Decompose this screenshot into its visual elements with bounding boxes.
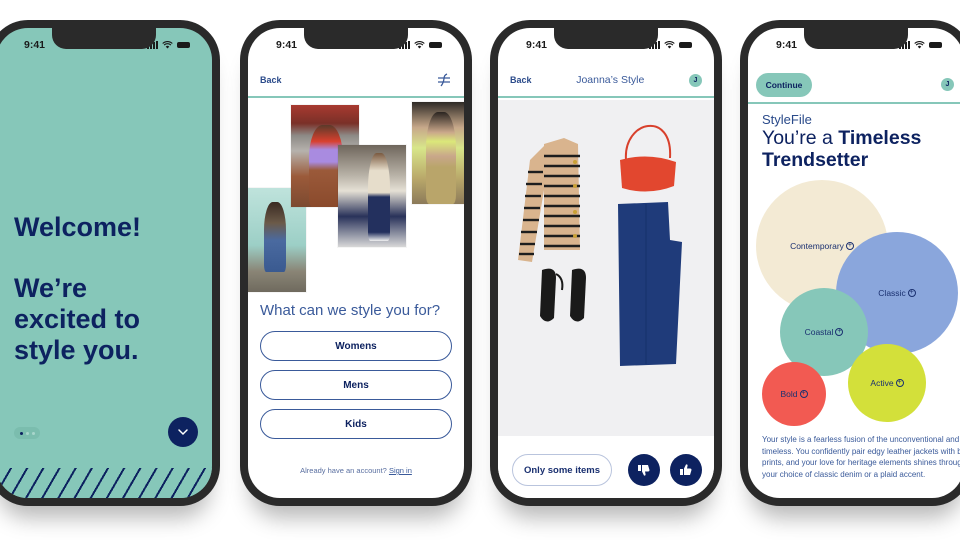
only-some-items-button[interactable]: Only some items: [512, 454, 612, 486]
welcome-title: Welcome!: [14, 212, 142, 242]
style-question: What can we style you for?: [260, 302, 441, 319]
dislike-button[interactable]: [628, 454, 660, 486]
wifi-icon: [414, 41, 425, 49]
outfit-flatlay: [518, 125, 682, 366]
battery-icon: [929, 42, 942, 48]
continue-button[interactable]: Continue: [756, 73, 812, 97]
phone-outfit: 9:41 Back Joanna’s Style J Only some ite…: [490, 20, 722, 506]
style-for-screen: 9:41 Back What can we style you for? Wom…: [248, 28, 464, 498]
phone-stylefile: 9:41 J Continue StyleFile You’re a Timel…: [740, 20, 960, 506]
status-time: 9:41: [526, 39, 548, 51]
welcome-line-3: style you.: [14, 335, 139, 365]
phone-welcome: 9:41 Welcome! We’re excited to style you…: [0, 20, 220, 506]
collage-photo-woman-trench: [412, 102, 464, 204]
black-flats: [540, 268, 586, 322]
status-time: 9:41: [776, 39, 798, 51]
style-description: Your style is a fearless fusion of the u…: [762, 435, 960, 479]
wifi-icon: [162, 41, 173, 49]
like-button[interactable]: [670, 454, 702, 486]
womens-option[interactable]: Womens: [260, 331, 452, 361]
nav-bar: Back Joanna’s Style J: [498, 64, 714, 98]
feedback-bar: Only some items: [498, 436, 714, 498]
bubble-label: Classic: [878, 288, 906, 298]
red-crossbody-bag: [620, 125, 676, 192]
avatar[interactable]: J: [689, 73, 702, 87]
plus-circle-icon: +: [835, 328, 844, 336]
account-prompt: Already have an account? Sign in: [248, 466, 464, 475]
mens-option[interactable]: Mens: [260, 370, 452, 400]
decorative-stripes: [0, 468, 212, 498]
welcome-line-2: excited to: [14, 304, 141, 334]
wifi-icon: [914, 41, 925, 49]
notch: [804, 28, 908, 49]
phone-style-for: 9:41 Back What can we style you for? Wom…: [240, 20, 472, 506]
plus-circle-icon: +: [895, 379, 904, 387]
bubble-label: Coastal: [804, 327, 834, 337]
headline-bold-1: Timeless: [838, 127, 922, 149]
back-button[interactable]: Back: [260, 75, 282, 85]
stylefile-brand: StyleFile: [762, 112, 812, 127]
battery-icon: [177, 42, 190, 48]
chevron-down-icon: [178, 429, 188, 436]
notch: [554, 28, 658, 49]
kids-option[interactable]: Kids: [260, 409, 452, 439]
wifi-icon: [664, 41, 675, 49]
nav-bar: Back: [248, 64, 464, 98]
avatar[interactable]: J: [941, 78, 954, 91]
account-prompt-text: Already have an account?: [300, 466, 387, 475]
plus-circle-icon: +: [845, 242, 854, 250]
plus-circle-icon: +: [799, 390, 808, 398]
bubble-bold[interactable]: Bold +: [762, 362, 826, 426]
welcome-line-1: We’re: [14, 273, 88, 303]
page-dot[interactable]: [31, 431, 35, 435]
welcome-screen: 9:41 Welcome! We’re excited to style you…: [0, 28, 212, 498]
screen-title: Joanna’s Style: [576, 74, 645, 86]
page-dot-active[interactable]: [19, 431, 23, 435]
status-time: 9:41: [24, 39, 46, 51]
battery-icon: [429, 42, 442, 48]
outfit-image: [498, 100, 714, 436]
plus-circle-icon: +: [907, 289, 916, 297]
bubble-label: Active: [870, 378, 894, 388]
style-headline: You’re a Timeless Trendsetter: [762, 127, 921, 171]
collage-photo-man-crosswalk: [338, 145, 406, 247]
status-time: 9:41: [276, 39, 298, 51]
thumbs-down-icon: [638, 465, 650, 476]
stylefile-screen: 9:41 J Continue StyleFile You’re a Timel…: [748, 28, 960, 498]
bubble-label: Contemporary: [790, 241, 844, 251]
headline-bold-2: Trendsetter: [762, 149, 869, 171]
battery-icon: [679, 42, 692, 48]
notch: [304, 28, 408, 49]
outfit-screen: 9:41 Back Joanna’s Style J Only some ite…: [498, 28, 714, 498]
stylefile-logo-icon[interactable]: [436, 73, 452, 87]
bubble-active[interactable]: Active +: [848, 344, 926, 422]
notch: [52, 28, 156, 49]
pagination-dots[interactable]: [14, 427, 40, 439]
back-button[interactable]: Back: [510, 75, 532, 85]
sign-in-link[interactable]: Sign in: [389, 466, 412, 475]
next-button[interactable]: [168, 417, 198, 447]
photo-collage: [248, 100, 464, 292]
thumbs-up-icon: [680, 464, 692, 475]
headline-prefix: You’re a: [762, 127, 839, 149]
bubble-label: Bold: [780, 389, 798, 399]
striped-cardigan: [518, 138, 580, 262]
page-dot[interactable]: [25, 431, 29, 435]
denim-jeans: [618, 202, 682, 366]
welcome-heading: Welcome! We’re excited to style you.: [14, 212, 141, 366]
